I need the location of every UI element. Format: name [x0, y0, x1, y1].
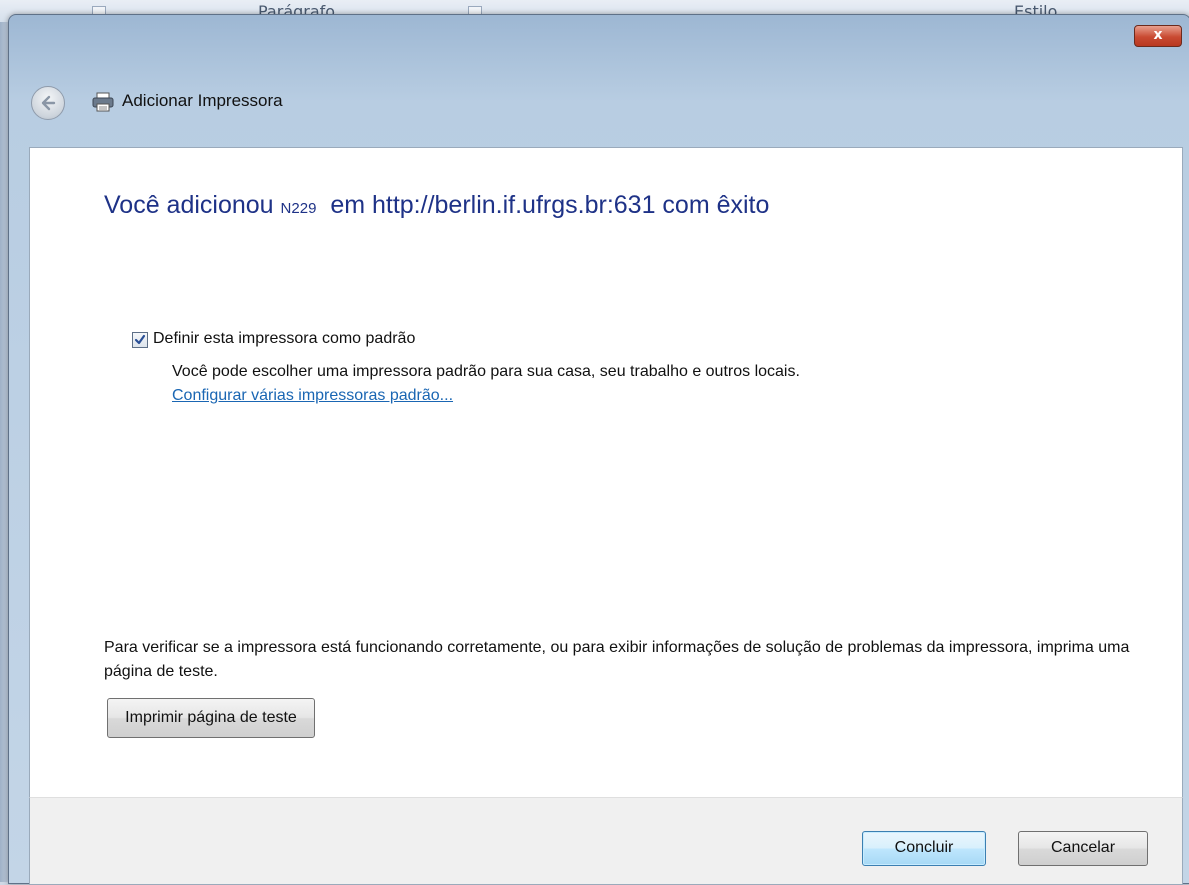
- back-arrow-icon: [41, 95, 56, 111]
- heading-prefix: Você adicionou: [104, 191, 274, 219]
- finish-button[interactable]: Concluir: [862, 831, 986, 866]
- print-test-page-button[interactable]: Imprimir página de teste: [107, 698, 315, 738]
- default-printer-description: Você pode escolher uma impressora padrão…: [172, 363, 800, 380]
- default-printer-checkbox[interactable]: [132, 332, 148, 348]
- add-printer-dialog: x Adicionar Impressora Você adicionou N2…: [8, 14, 1189, 885]
- test-page-instructions: Para verificar se a impressora está func…: [104, 639, 1130, 680]
- heading-suffix: em http://berlin.if.ufrgs.br:631 com êxi…: [330, 191, 770, 219]
- wizard-title: Adicionar Impressora: [122, 91, 283, 110]
- title-bar[interactable]: x: [9, 15, 1189, 77]
- wizard-nav-bar: Adicionar Impressora: [9, 77, 1189, 133]
- checkmark-icon: [134, 334, 146, 345]
- printer-icon: [92, 92, 114, 112]
- back-button[interactable]: [31, 86, 65, 120]
- configure-default-printers-link[interactable]: Configurar várias impressoras padrão...: [172, 387, 453, 405]
- page-title: Você adicionou N229 em http://berlin.if.…: [104, 191, 769, 220]
- wizard-footer: Concluir Cancelar: [29, 797, 1183, 885]
- cancel-button[interactable]: Cancelar: [1018, 831, 1148, 866]
- default-printer-label[interactable]: Definir esta impressora como padrão: [153, 330, 415, 348]
- wizard-content: Você adicionou N229 em http://berlin.if.…: [29, 147, 1183, 798]
- printer-name: N229: [280, 200, 317, 217]
- close-button[interactable]: x: [1134, 25, 1182, 47]
